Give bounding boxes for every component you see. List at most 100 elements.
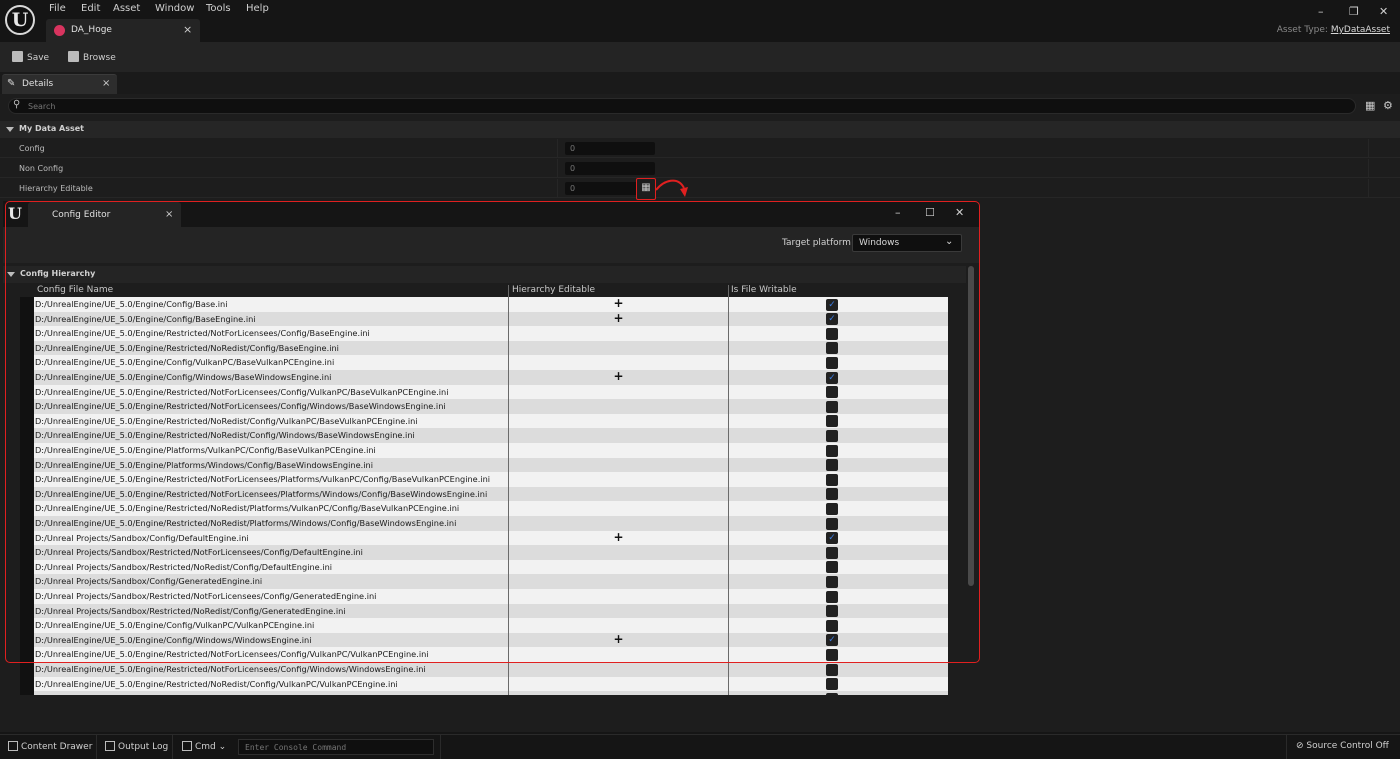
file-writable-checkbox[interactable] bbox=[826, 502, 838, 515]
file-writable-checkbox[interactable] bbox=[826, 619, 838, 632]
table-row[interactable]: D:/UnrealEngine/UE_5.0/Engine/Config/Vul… bbox=[20, 355, 948, 370]
menu-tools[interactable]: Tools bbox=[206, 3, 231, 14]
table-row[interactable]: D:/UnrealEngine/UE_5.0/Engine/Platforms/… bbox=[20, 443, 948, 458]
table-row[interactable]: D:/Unreal Projects/Sandbox/Config/Genera… bbox=[20, 574, 948, 589]
search-bar[interactable]: ⚲ bbox=[8, 98, 1356, 114]
source-control-button[interactable]: ⊘ Source Control Off bbox=[1296, 741, 1389, 751]
file-writable-checkbox[interactable] bbox=[826, 327, 838, 340]
search-input[interactable] bbox=[28, 100, 328, 112]
file-writable-checkbox[interactable] bbox=[826, 605, 838, 618]
save-button[interactable]: Save bbox=[12, 51, 49, 63]
table-row[interactable]: D:/UnrealEngine/UE_5.0/Engine/Config/Win… bbox=[20, 632, 948, 648]
table-row[interactable]: D:/Unreal Projects/Sandbox/Restricted/No… bbox=[20, 589, 948, 604]
console-input[interactable] bbox=[245, 741, 425, 753]
cfg-minimize-icon[interactable]: – bbox=[895, 206, 901, 219]
file-writable-checkbox[interactable] bbox=[826, 386, 838, 399]
file-writable-checkbox[interactable] bbox=[826, 561, 838, 574]
table-row[interactable]: D:/UnrealEngine/UE_5.0/Engine/Restricted… bbox=[20, 340, 948, 356]
minimize-icon[interactable]: – bbox=[1318, 5, 1324, 18]
file-writable-checkbox[interactable] bbox=[826, 444, 838, 457]
table-row[interactable]: D:/Unreal Projects/Sandbox/Restricted/No… bbox=[20, 603, 948, 619]
table-row[interactable]: D:/UnrealEngine/UE_5.0/Engine/Restricted… bbox=[20, 326, 948, 341]
category-config-hierarchy[interactable]: Config Hierarchy bbox=[3, 266, 966, 283]
asset-tab-close-icon[interactable]: × bbox=[183, 23, 192, 36]
file-writable-checkbox[interactable] bbox=[826, 692, 838, 695]
cfg-close-icon[interactable]: ✕ bbox=[955, 206, 964, 219]
table-row[interactable]: D:/Unreal Projects/Sandbox/Restricted/No… bbox=[20, 559, 948, 575]
property-value-input[interactable]: 0 bbox=[565, 162, 655, 175]
table-row[interactable]: D:/UnrealEngine/UE_5.0/Engine/Restricted… bbox=[20, 428, 948, 443]
browse-button[interactable]: Browse bbox=[68, 51, 116, 63]
output-log-button[interactable]: Output Log bbox=[105, 741, 168, 752]
collapse-arrow-icon[interactable] bbox=[7, 272, 15, 277]
table-row[interactable]: D:/UnrealEngine/UE_5.0/Engine/Restricted… bbox=[20, 691, 948, 695]
table-row[interactable]: D:/UnrealEngine/UE_5.0/Engine/Restricted… bbox=[20, 516, 948, 531]
column-header-file-name[interactable]: Config File Name bbox=[37, 285, 113, 295]
file-writable-checkbox[interactable]: ✓ bbox=[826, 371, 838, 384]
table-row[interactable]: D:/UnrealEngine/UE_5.0/Engine/Restricted… bbox=[20, 501, 948, 516]
menu-edit[interactable]: Edit bbox=[81, 3, 100, 14]
table-row[interactable]: D:/UnrealEngine/UE_5.0/Engine/Config/Win… bbox=[20, 370, 948, 385]
menu-file[interactable]: File bbox=[49, 3, 66, 14]
config-editor-tab[interactable]: Config Editor × bbox=[28, 202, 181, 227]
property-value-input[interactable]: 0 bbox=[565, 142, 655, 155]
file-writable-checkbox[interactable] bbox=[826, 590, 838, 603]
table-row[interactable]: D:/UnrealEngine/UE_5.0/Engine/Config/Vul… bbox=[20, 618, 948, 633]
menu-help[interactable]: Help bbox=[246, 3, 269, 14]
category-my-data-asset[interactable]: My Data Asset bbox=[0, 121, 1400, 138]
table-row[interactable]: D:/UnrealEngine/UE_5.0/Engine/Restricted… bbox=[20, 472, 948, 487]
file-writable-checkbox[interactable] bbox=[826, 415, 838, 428]
cfg-maximize-icon[interactable]: ☐ bbox=[925, 206, 935, 219]
cmd-dropdown[interactable]: Cmd ⌄ bbox=[182, 741, 226, 752]
table-row[interactable]: D:/UnrealEngine/UE_5.0/Engine/Restricted… bbox=[20, 413, 948, 429]
vertical-scrollbar[interactable] bbox=[968, 266, 974, 586]
view-options-icon[interactable]: ▦ bbox=[1365, 99, 1375, 112]
table-row[interactable]: D:/UnrealEngine/UE_5.0/Engine/Restricted… bbox=[20, 662, 948, 677]
details-tab[interactable]: ✎ Details × bbox=[2, 74, 117, 94]
config-editor-tab-close-icon[interactable]: × bbox=[165, 209, 173, 220]
file-writable-checkbox[interactable] bbox=[826, 459, 838, 472]
table-row[interactable]: D:/UnrealEngine/UE_5.0/Engine/Restricted… bbox=[20, 486, 948, 502]
column-divider[interactable] bbox=[557, 179, 558, 198]
table-row[interactable]: D:/Unreal Projects/Sandbox/Config/Defaul… bbox=[20, 530, 948, 546]
target-platform-dropdown[interactable]: Windows ⌄ bbox=[852, 234, 962, 252]
table-row[interactable]: D:/Unreal Projects/Sandbox/Restricted/No… bbox=[20, 545, 948, 560]
file-writable-checkbox[interactable] bbox=[826, 517, 838, 530]
file-writable-checkbox[interactable] bbox=[826, 663, 838, 676]
settings-gear-icon[interactable]: ⚙ bbox=[1383, 99, 1393, 112]
table-row[interactable]: D:/UnrealEngine/UE_5.0/Engine/Platforms/… bbox=[20, 457, 948, 473]
file-writable-checkbox[interactable]: ✓ bbox=[826, 634, 838, 647]
table-row[interactable]: D:/UnrealEngine/UE_5.0/Engine/Restricted… bbox=[20, 647, 948, 662]
column-header-hierarchy-editable[interactable]: Hierarchy Editable bbox=[512, 285, 595, 295]
file-writable-checkbox[interactable] bbox=[826, 429, 838, 442]
content-drawer-button[interactable]: Content Drawer bbox=[8, 741, 92, 752]
restore-icon[interactable]: ❐ bbox=[1349, 5, 1359, 18]
table-row[interactable]: D:/UnrealEngine/UE_5.0/Engine/Restricted… bbox=[20, 399, 948, 414]
unreal-logo-icon[interactable]: U bbox=[5, 5, 35, 35]
file-writable-checkbox[interactable] bbox=[826, 648, 838, 661]
asset-tab[interactable]: DA_Hoge × bbox=[46, 19, 200, 42]
config-editor-button[interactable]: ▦ bbox=[636, 178, 656, 200]
table-row[interactable]: D:/UnrealEngine/UE_5.0/Engine/Restricted… bbox=[20, 676, 948, 692]
file-writable-checkbox[interactable] bbox=[826, 575, 838, 588]
file-writable-checkbox[interactable] bbox=[826, 473, 838, 486]
menu-window[interactable]: Window bbox=[155, 3, 194, 14]
file-writable-checkbox[interactable] bbox=[826, 678, 838, 691]
menu-asset[interactable]: Asset bbox=[113, 3, 140, 14]
table-row[interactable]: D:/UnrealEngine/UE_5.0/Engine/Restricted… bbox=[20, 384, 948, 400]
file-writable-checkbox[interactable] bbox=[826, 400, 838, 413]
asset-type-link[interactable]: MyDataAsset bbox=[1331, 25, 1390, 35]
column-divider[interactable] bbox=[557, 159, 558, 178]
column-divider[interactable] bbox=[728, 285, 729, 695]
file-writable-checkbox[interactable] bbox=[826, 546, 838, 559]
details-tab-close-icon[interactable]: × bbox=[102, 78, 110, 89]
file-writable-checkbox[interactable] bbox=[826, 342, 838, 355]
file-writable-checkbox[interactable]: ✓ bbox=[826, 532, 838, 545]
table-row[interactable]: D:/UnrealEngine/UE_5.0/Engine/Config/Bas… bbox=[20, 311, 948, 327]
column-divider[interactable] bbox=[557, 139, 558, 158]
file-writable-checkbox[interactable]: ✓ bbox=[826, 298, 838, 311]
file-writable-checkbox[interactable] bbox=[826, 488, 838, 501]
file-writable-checkbox[interactable]: ✓ bbox=[826, 313, 838, 326]
table-row[interactable]: D:/UnrealEngine/UE_5.0/Engine/Config/Bas… bbox=[20, 297, 948, 312]
column-header-file-writable[interactable]: Is File Writable bbox=[731, 285, 797, 295]
